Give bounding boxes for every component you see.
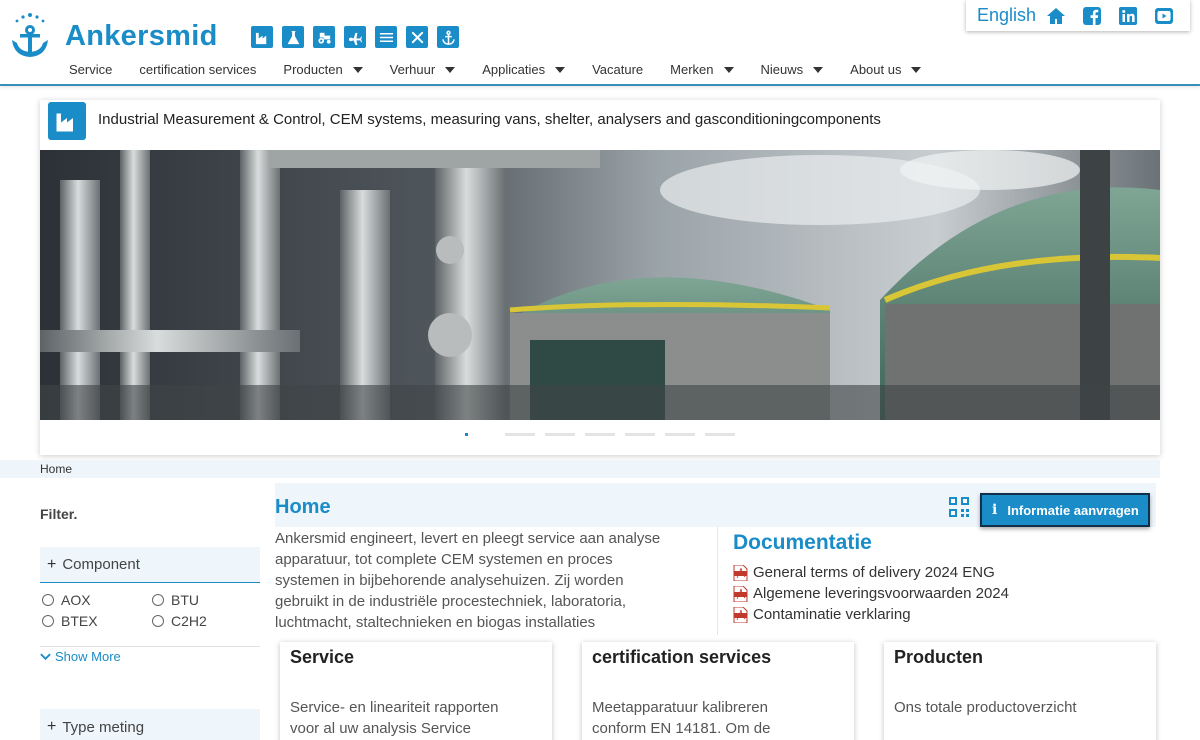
slider-dot[interactable] bbox=[545, 433, 575, 436]
breadcrumb-home[interactable]: Home bbox=[40, 462, 72, 476]
factory-icon bbox=[48, 102, 86, 140]
card-producten[interactable]: Producten Ons totale productoverzicht bbox=[884, 642, 1156, 740]
nav-item-applicaties[interactable]: Applicaties bbox=[482, 62, 566, 77]
facebook-icon[interactable] bbox=[1081, 5, 1103, 27]
filter-title: Filter. bbox=[40, 506, 78, 522]
dropdown-caret-icon bbox=[911, 66, 922, 73]
dropdown-caret-icon bbox=[723, 66, 734, 73]
page-header: Home i Informatie aanvragen bbox=[275, 483, 1156, 527]
document-link[interactable]: Algemene leveringsvoorwaarden 2024 bbox=[733, 583, 1009, 604]
facet-component-toggle[interactable]: + Component bbox=[40, 547, 260, 583]
facet-option-c2h2[interactable]: C2H2 bbox=[152, 613, 262, 629]
slider-pagination bbox=[465, 433, 735, 436]
radio-button[interactable] bbox=[152, 593, 164, 606]
anchor-icon[interactable] bbox=[437, 26, 459, 48]
page-title: Home bbox=[275, 496, 331, 518]
nav-item-merken[interactable]: Merken bbox=[670, 62, 734, 77]
pdf-icon bbox=[733, 585, 748, 602]
card-service[interactable]: Service Service- en lineariteit rapporte… bbox=[280, 642, 552, 740]
slider-dot[interactable] bbox=[625, 433, 655, 436]
card-text: Meetapparatuur kalibreren conform EN 141… bbox=[592, 699, 771, 737]
divider bbox=[40, 646, 260, 647]
nav-item-verhuur[interactable]: Verhuur bbox=[390, 62, 456, 77]
tools-icon[interactable] bbox=[406, 26, 428, 48]
card-title: Service bbox=[290, 647, 355, 667]
document-link[interactable]: Contaminatie verklaring bbox=[733, 604, 1009, 625]
nav-item-about-us[interactable]: About us bbox=[850, 62, 922, 77]
show-more-link[interactable]: Show More bbox=[40, 649, 121, 664]
pdf-icon bbox=[733, 606, 748, 623]
airplane-icon[interactable] bbox=[344, 26, 366, 48]
nav-item-certification-services[interactable]: certification services bbox=[139, 62, 256, 77]
expand-plus-icon: + bbox=[47, 718, 57, 735]
nav-item-producten[interactable]: Producten bbox=[283, 62, 363, 77]
factory-icon[interactable] bbox=[251, 26, 273, 48]
dropdown-caret-icon bbox=[352, 66, 363, 73]
nav-item-service[interactable]: Service bbox=[69, 62, 112, 77]
home-icon[interactable] bbox=[1045, 5, 1067, 27]
slider-dot[interactable] bbox=[505, 433, 535, 436]
radio-button[interactable] bbox=[152, 614, 164, 627]
qr-code-icon[interactable] bbox=[949, 497, 969, 517]
dropdown-caret-icon bbox=[445, 66, 456, 73]
dropdown-caret-icon bbox=[555, 66, 566, 73]
category-icon-bar bbox=[251, 26, 459, 48]
water-waves-icon[interactable] bbox=[375, 26, 397, 48]
radio-button[interactable] bbox=[42, 614, 54, 627]
pdf-icon bbox=[733, 564, 748, 581]
facet-type-meting-toggle[interactable]: + Type meting bbox=[40, 709, 260, 740]
facet-option-btex[interactable]: BTEX bbox=[42, 613, 152, 629]
main-navigation: Service certification services Producten… bbox=[69, 62, 948, 77]
facet-component-options: AOX BTU BTEX C2H2 bbox=[42, 589, 262, 631]
chevron-down-icon bbox=[40, 653, 51, 661]
ankersmid-logo-icon[interactable] bbox=[8, 10, 52, 60]
facet-option-btu[interactable]: BTU bbox=[152, 592, 262, 608]
hero-slide-image[interactable] bbox=[40, 150, 1160, 420]
tractor-icon[interactable] bbox=[313, 26, 335, 48]
language-selector[interactable]: English bbox=[977, 5, 1036, 26]
documentation-list: General terms of delivery 2024 ENG Algem… bbox=[733, 562, 1009, 625]
card-text: Service- en lineariteit rapporten voor a… bbox=[290, 699, 499, 737]
card-title: certification services bbox=[592, 647, 772, 667]
info-icon: i bbox=[992, 502, 998, 518]
documentation-title: Documentatie bbox=[733, 531, 872, 554]
language-social-bar: English bbox=[966, 0, 1190, 31]
youtube-icon[interactable] bbox=[1153, 5, 1175, 27]
hero-title: Industrial Measurement & Control, CEM sy… bbox=[98, 111, 881, 128]
expand-plus-icon: + bbox=[47, 555, 57, 573]
card-title: Producten bbox=[894, 647, 984, 667]
document-link[interactable]: General terms of delivery 2024 ENG bbox=[733, 562, 1009, 583]
linkedin-icon[interactable] bbox=[1117, 5, 1139, 27]
column-divider bbox=[717, 527, 718, 635]
card-certification-services[interactable]: certification services Meetapparatuur ka… bbox=[582, 642, 854, 740]
slider-dot[interactable] bbox=[585, 433, 615, 436]
slider-dot[interactable] bbox=[665, 433, 695, 436]
dropdown-caret-icon bbox=[813, 66, 824, 73]
brand-name[interactable]: Ankersmid bbox=[65, 20, 218, 53]
nav-item-vacature[interactable]: Vacature bbox=[592, 62, 643, 77]
nav-item-nieuws[interactable]: Nieuws bbox=[761, 62, 824, 77]
lab-flask-icon[interactable] bbox=[282, 26, 304, 48]
facet-option-aox[interactable]: AOX bbox=[42, 592, 152, 608]
site-header: Ankersmid English Service certification … bbox=[0, 0, 1200, 86]
facet-label: Component bbox=[62, 556, 140, 573]
breadcrumb: Home bbox=[0, 460, 1160, 478]
intro-text: Ankersmid engineert, levert en pleegt se… bbox=[275, 530, 661, 631]
card-text: Ons totale productoverzicht bbox=[894, 699, 1077, 716]
radio-button[interactable] bbox=[42, 593, 54, 606]
slider-dot[interactable] bbox=[465, 433, 468, 436]
slider-dot[interactable] bbox=[705, 433, 735, 436]
facet-label: Type meting bbox=[62, 718, 145, 736]
hero-banner: Industrial Measurement & Control, CEM sy… bbox=[40, 100, 1160, 455]
request-info-button[interactable]: i Informatie aanvragen bbox=[980, 493, 1150, 527]
